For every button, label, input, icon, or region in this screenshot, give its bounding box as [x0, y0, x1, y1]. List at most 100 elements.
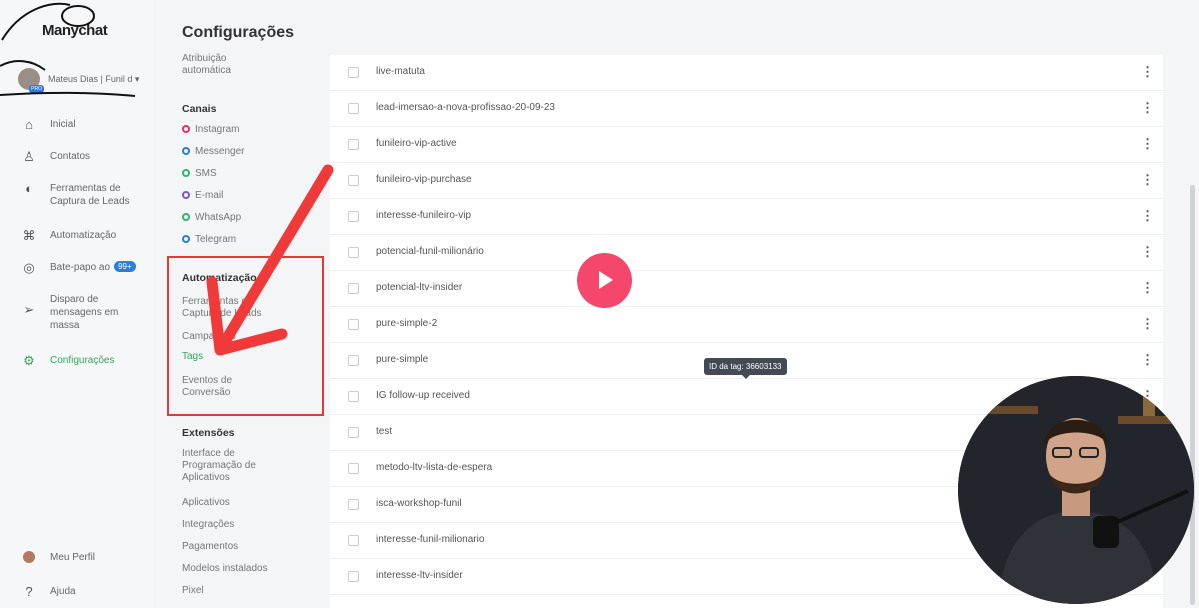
tag-checkbox[interactable] — [348, 175, 359, 186]
more-options-icon[interactable]: ⋮ — [1141, 244, 1154, 260]
automation-icon: ⌘ — [22, 228, 36, 243]
instagram-icon — [182, 125, 190, 133]
sms-icon — [182, 169, 190, 177]
presenter-video — [958, 376, 1194, 604]
tag-checkbox[interactable] — [348, 211, 359, 222]
tag-name[interactable]: pure-simple — [376, 354, 428, 365]
menu-whatsapp[interactable]: WhatsApp — [182, 212, 241, 224]
menu-telegram[interactable]: Telegram — [182, 234, 236, 246]
menu-atribuicao-automatica[interactable]: Atribuição automática — [182, 53, 252, 77]
menu-pixel[interactable]: Pixel — [182, 585, 204, 597]
menu-instagram[interactable]: Instagram — [182, 124, 239, 136]
tag-row[interactable]: interesse-funileiro-vip ⋮ — [330, 199, 1163, 235]
contacts-icon: ♙ — [23, 149, 35, 164]
tag-row[interactable]: pure-simple-2 ⋮ — [330, 307, 1163, 343]
tag-name[interactable]: potencial-funil-milionário — [376, 246, 484, 257]
more-options-icon[interactable]: ⋮ — [1141, 208, 1154, 224]
tag-name[interactable]: interesse-funileiro-vip — [376, 210, 471, 221]
messenger-icon — [182, 147, 190, 155]
tag-id-tooltip: ID da tag: 36603133 — [704, 358, 787, 379]
tag-name[interactable]: test — [376, 426, 392, 437]
tag-name[interactable]: funileiro-vip-purchase — [376, 174, 472, 185]
menu-pagamentos[interactable]: Pagamentos — [182, 541, 238, 553]
nav-item-ferramentas[interactable]: ◐ Ferramentas de Captura de Leads — [0, 182, 154, 208]
menu-modelos-instalados[interactable]: Modelos instalados — [182, 563, 268, 575]
account-switcher[interactable]: PRO Mateus Dias | Funil d ▾ — [18, 68, 140, 93]
menu-messenger[interactable]: Messenger — [182, 146, 244, 158]
home-icon: ⌂ — [25, 117, 33, 132]
tag-checkbox[interactable] — [348, 391, 359, 402]
more-options-icon[interactable]: ⋮ — [1141, 280, 1154, 296]
tag-checkbox[interactable] — [348, 355, 359, 366]
pro-badge: PRO — [29, 85, 44, 93]
menu-api[interactable]: Interface de Programação de Aplicativos — [182, 448, 272, 484]
email-icon — [182, 191, 190, 199]
tag-row[interactable]: potencial-ltv-insider ⋮ — [330, 271, 1163, 307]
page-title: Configurações — [182, 24, 295, 41]
app-logo[interactable]: Manychat — [42, 22, 108, 39]
nav-item-contatos[interactable]: ♙ Contatos — [0, 150, 154, 164]
tag-checkbox[interactable] — [348, 571, 359, 582]
tag-checkbox[interactable] — [348, 247, 359, 258]
tag-name[interactable]: interesse-ltv-insider — [376, 570, 463, 581]
tag-name[interactable]: lead-imersao-a-nova-profissao-20-09-23 — [376, 102, 555, 113]
whatsapp-icon — [182, 213, 190, 221]
tag-name[interactable]: potencial-ltv-insider — [376, 282, 462, 293]
tag-name[interactable]: IG follow-up received — [376, 390, 470, 401]
tags-scrollbar[interactable] — [1190, 185, 1195, 605]
tag-checkbox[interactable] — [348, 319, 359, 330]
send-icon: ➢ — [23, 302, 35, 317]
nav-item-meu-perfil[interactable]: Meu Perfil — [0, 551, 154, 566]
menu-integracoes[interactable]: Integrações — [182, 519, 234, 531]
tag-checkbox[interactable] — [348, 427, 359, 438]
highlight-box — [167, 256, 324, 416]
menu-email[interactable]: E-mail — [182, 190, 223, 202]
more-options-icon[interactable]: ⋮ — [1141, 316, 1154, 332]
tag-name[interactable]: pure-simple-2 — [376, 318, 437, 329]
nav-item-automatizacao[interactable]: ⌘ Automatização — [0, 229, 154, 243]
telegram-icon — [182, 235, 190, 243]
settings-icon: ⚙ — [23, 353, 35, 368]
webcam-overlay — [958, 376, 1194, 604]
profile-avatar — [21, 551, 37, 566]
menu-sms[interactable]: SMS — [182, 168, 217, 180]
tag-name[interactable]: isca-workshop-funil — [376, 498, 462, 509]
tag-checkbox[interactable] — [348, 535, 359, 546]
more-options-icon[interactable]: ⋮ — [1141, 172, 1154, 188]
header — [154, 0, 1199, 50]
tag-row[interactable]: live-matuta ⋮ — [330, 55, 1163, 91]
tag-row[interactable]: lead-imersao-a-nova-profissao-20-09-23 ⋮ — [330, 91, 1163, 127]
tag-name[interactable]: interesse-funil-milionario — [376, 534, 484, 545]
extensoes-heading: Extensões — [182, 427, 235, 439]
tag-row[interactable]: funileiro-vip-purchase ⋮ — [330, 163, 1163, 199]
account-avatar: PRO — [18, 68, 44, 93]
nav-item-bate-papo[interactable]: ◎ Bate-papo ao 99+ — [0, 261, 154, 275]
more-options-icon[interactable]: ⋮ — [1141, 136, 1154, 152]
tag-name[interactable]: live-matuta — [376, 66, 425, 77]
tag-checkbox[interactable] — [348, 283, 359, 294]
tag-name[interactable]: metodo-ltv-lista-de-espera — [376, 462, 492, 473]
tag-checkbox[interactable] — [348, 67, 359, 78]
tag-checkbox[interactable] — [348, 103, 359, 114]
tag-checkbox[interactable] — [348, 139, 359, 150]
tag-row[interactable]: potencial-funil-milionário ⋮ — [330, 235, 1163, 271]
canais-heading: Canais — [182, 103, 217, 115]
tag-name[interactable]: funileiro-vip-active — [376, 138, 457, 149]
nav-item-disparo[interactable]: ➢ Disparo de mensagens em massa — [0, 293, 154, 332]
left-sidebar: Manychat PRO Mateus Dias | Funil d ▾ ⌂ In… — [0, 0, 154, 608]
unread-badge: 99+ — [114, 261, 136, 272]
chat-icon: ◎ — [23, 260, 35, 275]
play-icon — [599, 271, 613, 289]
menu-aplicativos[interactable]: Aplicativos — [182, 497, 230, 509]
more-options-icon[interactable]: ⋮ — [1141, 64, 1154, 80]
tag-row[interactable]: funileiro-vip-active ⋮ — [330, 127, 1163, 163]
tag-checkbox[interactable] — [348, 463, 359, 474]
tag-checkbox[interactable] — [348, 499, 359, 510]
nav-item-ajuda[interactable]: ? Ajuda — [0, 585, 154, 599]
play-button[interactable] — [577, 253, 632, 308]
account-name: Mateus Dias | Funil d ▾ — [48, 73, 140, 84]
more-options-icon[interactable]: ⋮ — [1141, 352, 1154, 368]
nav-item-configuracoes[interactable]: ⚙ Configurações — [0, 354, 154, 368]
nav-item-inicial[interactable]: ⌂ Inicial — [0, 118, 154, 132]
more-options-icon[interactable]: ⋮ — [1141, 100, 1154, 116]
